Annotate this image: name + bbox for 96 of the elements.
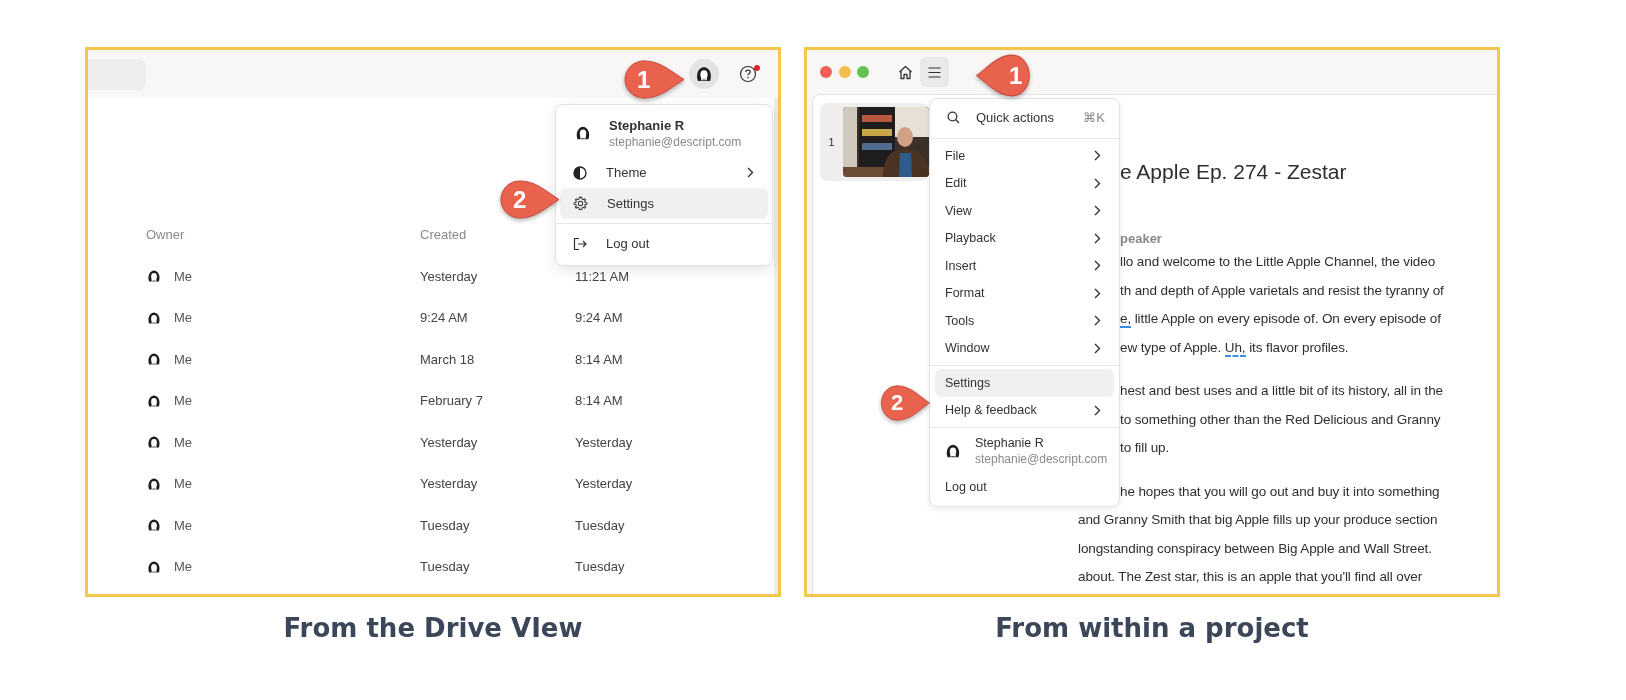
chevron-icon bbox=[1094, 205, 1101, 217]
table-cell-text: February 7 bbox=[420, 393, 484, 409]
user-email: stephanie@descript.com bbox=[975, 452, 1108, 466]
avatar-icon bbox=[944, 442, 962, 460]
menu-item[interactable]: Insert bbox=[935, 252, 1114, 280]
table-cell-text: Yesterday bbox=[575, 434, 634, 450]
caption: From the Drive VIew bbox=[283, 612, 583, 645]
chevron-icon bbox=[1094, 177, 1101, 189]
step-marker: 1 bbox=[975, 53, 1032, 98]
table-cell-text: Tuesday bbox=[575, 517, 626, 533]
chevron-icon bbox=[1094, 404, 1101, 416]
toolbar-field[interactable] bbox=[88, 58, 146, 90]
table-cell-text: Yesterday bbox=[420, 476, 479, 492]
transcript-line: he hopes that you will go out and buy it into something bbox=[1120, 482, 1440, 501]
speaker-label: peaker bbox=[1120, 230, 1162, 248]
menu-item[interactable]: Edit bbox=[935, 169, 1114, 197]
table-cell: Me bbox=[174, 434, 193, 450]
avatar-icon bbox=[694, 64, 714, 84]
theme-icon bbox=[573, 165, 587, 180]
table-cell-text: 9:24 AM bbox=[575, 310, 624, 326]
menu-item[interactable]: Settings bbox=[935, 369, 1114, 397]
account-button[interactable] bbox=[689, 59, 719, 89]
column-header: Created bbox=[420, 227, 468, 243]
avatar-icon bbox=[574, 124, 592, 142]
menu-item[interactable]: Tools bbox=[935, 307, 1114, 335]
table-cell-text: Yesterday bbox=[420, 434, 479, 450]
transcript-line: to something other than the Red Delicious and Granny bbox=[1120, 410, 1441, 429]
avatar-icon bbox=[146, 434, 162, 451]
caption: From within a project bbox=[995, 612, 1309, 645]
table-cell: Me bbox=[174, 476, 193, 492]
transcript-line: th and depth of Apple varietals and resist the tyranny of bbox=[1120, 281, 1444, 300]
clip-card[interactable]: 1 bbox=[820, 103, 929, 181]
menu-button[interactable] bbox=[919, 57, 949, 87]
table-cell-text: Yesterday bbox=[420, 268, 479, 284]
column-header: Owner bbox=[146, 227, 186, 243]
table-cell: Me bbox=[174, 517, 193, 533]
table-cell: Me bbox=[174, 310, 193, 326]
menu-item[interactable]: Help & feedback bbox=[935, 396, 1114, 424]
table-cell-text: Tuesday bbox=[575, 559, 626, 575]
menu-item[interactable]: File bbox=[935, 142, 1114, 170]
avatar-icon bbox=[146, 268, 162, 285]
avatar-icon bbox=[146, 351, 162, 368]
table-cell-text: 8:14 AM bbox=[575, 351, 624, 367]
transcript-line: hest and best uses and a little bit of its history, all in the bbox=[1120, 382, 1443, 400]
logout-icon bbox=[573, 236, 587, 251]
chevron-icon bbox=[1094, 342, 1101, 354]
menu-item[interactable]: Log out bbox=[935, 473, 1114, 501]
close-button[interactable] bbox=[820, 66, 832, 78]
home-icon[interactable] bbox=[896, 63, 914, 81]
chevron-icon bbox=[1094, 287, 1101, 299]
chevron-icon bbox=[747, 167, 754, 178]
user-name: Stephanie R bbox=[975, 436, 1045, 450]
chevron-icon bbox=[1094, 232, 1101, 244]
quick-actions-item[interactable]: Quick actions ⌘K bbox=[930, 99, 1119, 135]
menu-item[interactable]: View bbox=[935, 197, 1114, 225]
table-cell-text: Yesterday bbox=[575, 476, 634, 492]
menu-item[interactable]: Theme bbox=[560, 157, 768, 188]
transcript-line: and Granny Smith that big Apple fills up your produce section bbox=[1078, 511, 1438, 529]
chevron-icon bbox=[1094, 150, 1101, 162]
transcript-line: ew type of Apple. Uh, its flavor profiles. bbox=[1120, 338, 1349, 359]
step-marker: 2 bbox=[498, 179, 561, 220]
zoom-button[interactable] bbox=[857, 66, 869, 78]
table-cell-text: March 18 bbox=[420, 351, 476, 367]
table-cell-text: 8:14 AM bbox=[575, 393, 624, 409]
table-cell: Me bbox=[174, 268, 193, 284]
transcript-line: longstanding conspiracy between Big Apple and Wall Street. bbox=[1078, 539, 1432, 558]
table-cell-text: Tuesday bbox=[420, 559, 471, 575]
transcript-line: about. The Zest star, this is an apple that you'll find all over bbox=[1078, 568, 1423, 586]
menu-item[interactable]: Window bbox=[935, 334, 1114, 362]
table-cell-text: Tuesday bbox=[420, 517, 471, 533]
step-marker: 1 bbox=[622, 59, 686, 100]
project-title: e Apple Ep. 274 - Zestar bbox=[1120, 159, 1347, 185]
chevron-icon bbox=[1094, 315, 1101, 327]
table-cell: Me bbox=[174, 559, 193, 575]
shortcut-hint: ⌘K bbox=[1083, 109, 1105, 125]
chevron-icon bbox=[1094, 260, 1101, 272]
user-email: stephanie@descript.com bbox=[609, 134, 742, 149]
clip-number: 1 bbox=[827, 136, 836, 148]
transcript-line: llo and welcome to the Little Apple Channel, the video bbox=[1120, 253, 1436, 271]
table-cell: Me bbox=[174, 393, 193, 409]
step-marker: 2 bbox=[879, 384, 931, 422]
settings-icon bbox=[573, 196, 588, 211]
help-icon[interactable] bbox=[739, 65, 757, 83]
menu-item[interactable]: Settings bbox=[560, 188, 768, 219]
table-cell-text: 9:24 AM bbox=[420, 310, 469, 326]
avatar-icon bbox=[146, 517, 162, 534]
menu-item[interactable]: Playback bbox=[935, 224, 1114, 252]
table-cell: Me bbox=[174, 351, 193, 367]
transcript-line: to fill up. bbox=[1120, 439, 1170, 457]
table-cell-text: 11:21 AM bbox=[575, 268, 630, 284]
menu-item[interactable]: Log out bbox=[560, 228, 768, 259]
menu-item[interactable]: Format bbox=[935, 279, 1114, 307]
search-icon bbox=[947, 110, 960, 124]
minimize-button[interactable] bbox=[838, 66, 851, 78]
user-name: Stephanie R bbox=[609, 117, 686, 133]
menu-icon bbox=[927, 66, 941, 78]
